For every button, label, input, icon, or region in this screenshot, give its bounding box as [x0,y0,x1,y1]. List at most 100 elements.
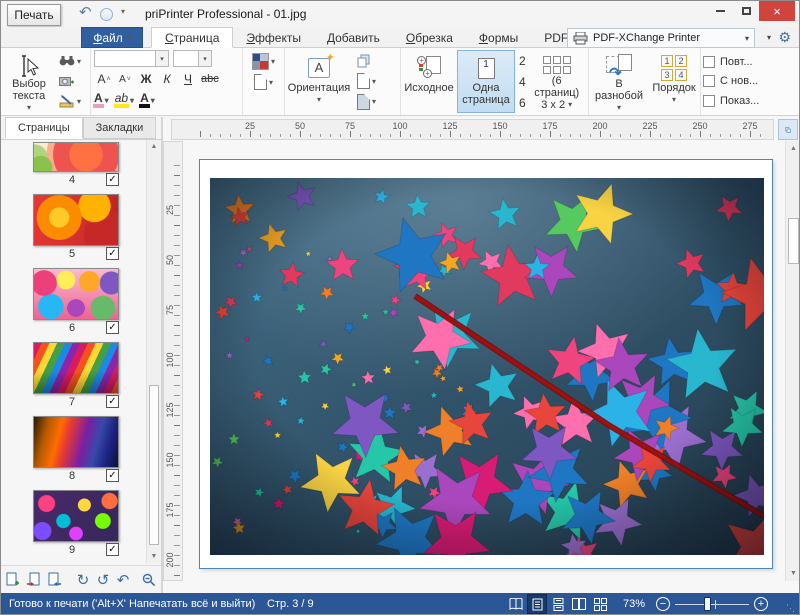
toggle-С нов[interactable]: С нов... [703,75,785,88]
black-color-bar [139,104,150,108]
rotate-cw-button[interactable]: ↻ [76,571,90,589]
scroll-down-icon[interactable]: ▼ [147,553,161,560]
insert-after-button[interactable] [47,571,62,589]
tab-Добавить[interactable]: Добавить [314,27,393,48]
scrollbar-thumb[interactable] [788,218,799,264]
thumbnail-image[interactable] [33,342,119,394]
one-page-button[interactable]: 1 Одна страница [457,50,515,113]
gear-icon[interactable]: ⚙ [778,29,791,46]
underline-button[interactable]: Ч [178,70,198,88]
print-button[interactable]: Печать [7,4,61,26]
redo-icon[interactable] [100,8,113,21]
tab-Формы[interactable]: Формы [466,27,531,48]
page-thumbnail-5[interactable]: 5 ✓ [33,194,119,263]
shrink-font-button[interactable]: A ˅ [115,70,135,88]
maximize-button[interactable] [733,1,759,21]
toggle-Показ[interactable]: Показ... [703,95,785,108]
book-view-button[interactable] [507,595,525,613]
qat-customize-icon[interactable]: ▾ [121,7,125,16]
bold-button[interactable]: Ж [136,70,156,88]
original-layout-button[interactable]: + + Исходное [401,50,457,113]
pages-count-2[interactable]: 2 [519,54,526,68]
measure-button[interactable]: ▾ [57,93,83,111]
font-size-combo[interactable]: ▾ [173,50,212,67]
continuous-view-button[interactable] [549,595,567,613]
toggle-Повт[interactable]: Повт... [703,55,785,68]
chevron-down-icon: ▾ [77,56,82,66]
page-thumbnail-9[interactable]: 9 ✓ [33,490,119,559]
pages-count-4[interactable]: 4 [519,75,526,89]
sidebar-scrollbar[interactable]: ▲ ▼ [146,140,161,563]
italic-button[interactable]: К [157,70,177,88]
font-name-input[interactable] [94,50,156,67]
copies-button[interactable] [355,52,378,70]
printer-options-dropdown[interactable]: ▾ [767,33,771,42]
zoom-slider-thumb[interactable] [704,597,711,611]
facing-pages-view-button[interactable] [570,595,588,613]
scroll-up-icon[interactable]: ▲ [147,143,161,150]
tab-Страница[interactable]: Страница [151,27,234,48]
page-thumbnail-4[interactable]: 4 ✓ [33,142,119,189]
preview-scrollbar[interactable]: ▲ ▼ [785,141,799,581]
page-thumbnail-7[interactable]: 7 ✓ [33,342,119,411]
margins-button[interactable]: ▾ [355,93,378,111]
text-highlight-button[interactable]: A ▾ [93,92,109,108]
select-text-button[interactable]: Выбор текста ▾ [3,50,55,113]
orientation-icon: A ✦ [308,52,335,82]
insert-before-button[interactable] [26,571,41,589]
scroll-down-icon[interactable]: ▼ [786,570,799,577]
zoom-out-button[interactable]: − [656,597,670,611]
page-checkbox[interactable]: ✓ [106,173,119,186]
printer-selector[interactable]: PDF-XChange Printer ▾ [567,28,755,48]
resize-grip[interactable]: ⋱ [786,603,796,614]
shuffle-pages-button[interactable]: ↷ В разнобой ▾ [589,50,649,113]
thumbnail-image[interactable] [33,142,119,172]
page-checkbox[interactable]: ✓ [106,543,119,556]
zoom-in-button[interactable]: + [754,597,768,611]
font-name-combo[interactable]: ▾ [94,50,169,67]
six-pages-button[interactable]: (6 страниц) 3 х 2 ▾ [530,50,584,113]
zoom-slider-track[interactable] [675,604,749,605]
page-checkbox[interactable]: ✓ [106,395,119,408]
sidebar-tab-Закладки[interactable]: Закладки [82,117,157,139]
font-size-input[interactable] [173,50,199,67]
pages-count-6[interactable]: 6 [519,96,526,110]
page-thumbnail-6[interactable]: 6 ✓ [33,268,119,337]
find-button[interactable]: ▾ [57,52,83,70]
page-setup-button[interactable] [778,119,798,140]
add-page-button[interactable] [6,571,20,589]
snapshot-button[interactable] [57,72,83,90]
minimize-button[interactable] [707,1,733,21]
page-thumbnail-8[interactable]: 8 ✓ [33,416,119,485]
page-background-button[interactable]: ▾ [252,73,275,91]
thumbnail-image[interactable] [33,268,119,320]
tab-Обрезка[interactable]: Обрезка [393,27,466,48]
grow-font-button[interactable]: A ˄ [94,70,114,88]
thumbnail-image[interactable] [33,416,119,468]
scrollbar-thumb[interactable] [149,385,159,545]
zoom-out-thumbnails-button[interactable] [142,571,156,589]
tab-Эффекты[interactable]: Эффекты [233,27,314,48]
page-checkbox[interactable]: ✓ [106,247,119,260]
thumbnail-image[interactable] [33,490,119,542]
text-style-button[interactable]: ab ▾ [113,92,134,108]
font-color-button[interactable]: A ▾ [139,92,155,108]
strikethrough-button[interactable]: abc [199,70,221,88]
rotate-180-button[interactable]: ↶ [116,571,130,589]
scroll-up-icon[interactable]: ▲ [786,145,799,152]
paper-size-button[interactable]: ▾ [355,72,378,90]
undo-icon[interactable]: ↶ [79,4,92,22]
close-button[interactable]: × [759,1,795,21]
page-checkbox[interactable]: ✓ [106,321,119,334]
orientation-button[interactable]: A ✦ Ориентация ▾ [285,50,353,113]
rotate-ccw-button[interactable]: ↺ [96,571,110,589]
file-menu-button[interactable]: Файл ▾ [81,27,143,48]
page-color-button[interactable]: ▾ [250,52,277,70]
thumbnail-image[interactable] [33,194,119,246]
preview-page[interactable] [199,159,773,569]
sidebar-tab-Страницы[interactable]: Страницы [5,117,83,139]
page-checkbox[interactable]: ✓ [106,469,119,482]
page-order-button[interactable]: 1234 Порядок ▾ [649,50,699,113]
single-page-view-button[interactable] [527,594,547,614]
grid-view-button[interactable] [591,595,609,613]
